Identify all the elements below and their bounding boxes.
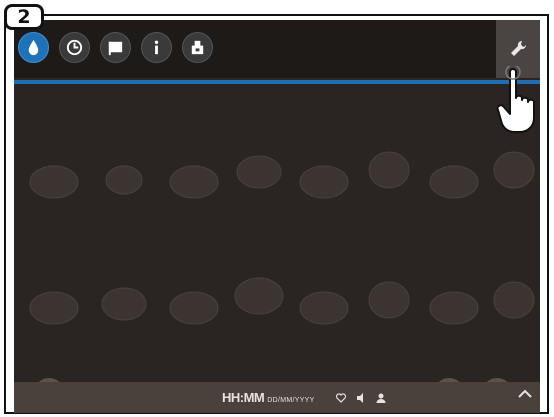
status-content: HH:MM DD/MM/YYYY [222, 382, 387, 413]
top-toolbar [14, 20, 540, 78]
beverage-cup [105, 165, 143, 195]
water-drop-icon[interactable] [18, 32, 49, 63]
status-bar: HH:MM DD/MM/YYYY [14, 382, 540, 413]
beverage-cups [29, 151, 535, 325]
user-icon [376, 393, 386, 403]
beverage-cup [368, 281, 410, 319]
pointing-hand-icon [496, 66, 535, 133]
date-format: DD/MM/YYYY [267, 397, 315, 404]
clock-display: HH:MM DD/MM/YYYY [222, 390, 315, 405]
beverage-cup [299, 165, 349, 199]
beverage-cup [234, 277, 284, 315]
clock-icon[interactable] [59, 32, 90, 63]
beverage-cup [429, 165, 479, 199]
beverage-cup [101, 287, 147, 321]
accent-divider [14, 80, 540, 84]
beverage-cup [169, 165, 219, 199]
beverage-cup [236, 155, 282, 189]
time-format: HH:MM [222, 390, 265, 405]
maintenance-icon[interactable] [182, 32, 213, 63]
beverage-cup [368, 151, 410, 189]
flag-icon[interactable] [100, 32, 131, 63]
beverage-cup [493, 151, 535, 189]
beverage-cup [493, 281, 535, 319]
beverage-cup [29, 291, 79, 325]
heart-icon [335, 392, 346, 403]
status-icons [335, 392, 387, 404]
step-number-badge: 2 [4, 4, 44, 30]
info-icon[interactable] [141, 32, 172, 63]
chevron-up-icon[interactable] [518, 388, 532, 398]
beverage-cup [299, 291, 349, 325]
beverage-cup [29, 165, 79, 199]
speaker-icon [356, 392, 363, 403]
step-number: 2 [17, 6, 31, 28]
beverage-cup [169, 291, 219, 325]
wrench-icon [511, 40, 527, 56]
beverage-grid [14, 90, 540, 380]
machine-display: HH:MM DD/MM/YYYY [14, 20, 540, 413]
beverage-cup [429, 291, 479, 325]
